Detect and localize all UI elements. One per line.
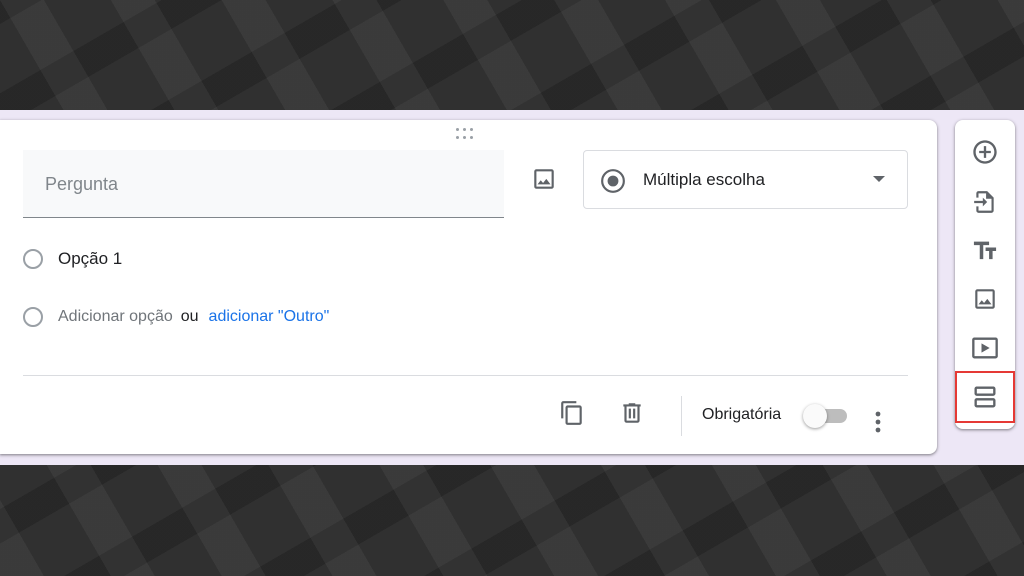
drag-handle-icon[interactable] (456, 128, 476, 140)
more-vert-icon[interactable] (868, 410, 888, 436)
image-icon[interactable] (970, 284, 1000, 314)
question-input[interactable] (43, 168, 487, 200)
trash-icon[interactable] (618, 399, 646, 427)
highlight-box (955, 371, 1015, 423)
radio-unchecked-icon (23, 307, 43, 327)
copy-icon[interactable] (558, 399, 586, 427)
radio-unchecked-icon (23, 249, 43, 269)
option-label[interactable]: Opção 1 (58, 249, 122, 269)
video-icon[interactable] (970, 333, 1000, 363)
caret-down-icon (873, 176, 885, 182)
question-type-label: Múltipla escolha (643, 170, 765, 189)
question-type-select[interactable]: Múltipla escolha (583, 150, 908, 209)
image-icon[interactable] (530, 165, 558, 193)
required-toggle[interactable] (803, 404, 849, 428)
add-other-link[interactable]: adicionar "Outro" (209, 308, 330, 326)
required-label: Obrigatória (702, 406, 782, 423)
add-option-row[interactable]: Adicionar opção ou adicionar "Outro" (23, 304, 329, 330)
list-item[interactable]: Opção 1 (23, 246, 122, 272)
footer-separator (681, 396, 682, 436)
import-icon[interactable] (970, 187, 1000, 217)
add-option-input[interactable]: Adicionar opção (58, 308, 173, 326)
footer-divider (23, 375, 908, 376)
question-card[interactable]: Múltipla escolha Opção 1 Adicionar opção… (0, 120, 937, 454)
radio-checked-icon (601, 169, 625, 193)
add-circle-icon[interactable] (970, 137, 1000, 167)
or-separator: ou (180, 308, 199, 325)
text-title-icon[interactable] (970, 236, 1000, 266)
question-field[interactable] (23, 150, 504, 218)
